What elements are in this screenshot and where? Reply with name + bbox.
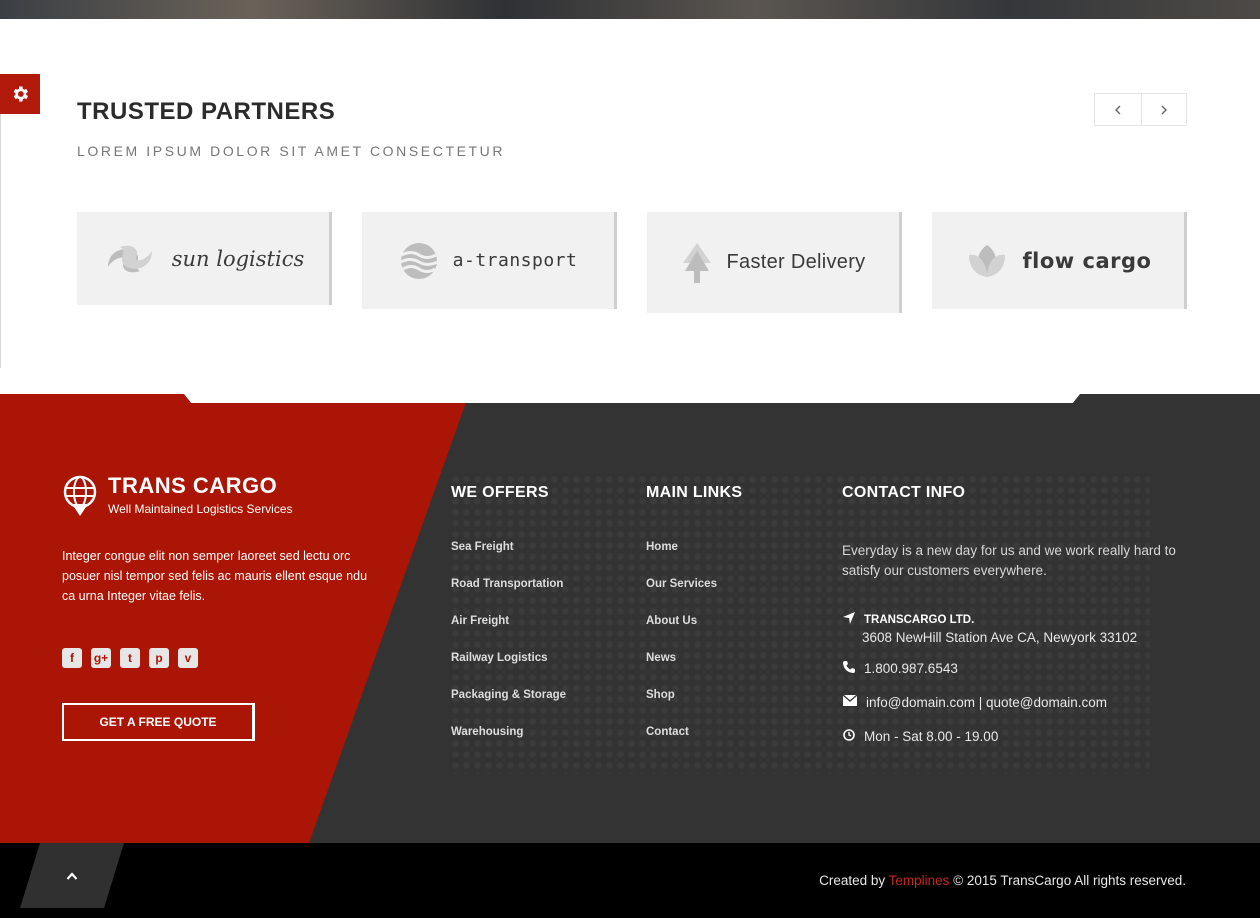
scroll-to-top-button[interactable] [20, 843, 124, 908]
footer-link[interactable]: Air Freight [451, 615, 566, 652]
waves-logo-icon [399, 242, 438, 279]
brand-name: TRANS CARGO [108, 473, 278, 498]
site-footer: TRANS CARGO Well Maintained Logistics Se… [0, 394, 1260, 843]
contact-phone[interactable]: 1.800.987.6543 [842, 661, 958, 677]
footer-brand[interactable]: TRANS CARGO Well Maintained Logistics Se… [62, 474, 293, 518]
partner-logo-card[interactable]: a-transport [362, 212, 617, 309]
email-text: info@domain.com | quote@domain.com [866, 695, 1108, 710]
footer-link[interactable]: Shop [646, 689, 717, 726]
copyright-text: Created by Templines © 2015 TransCargo A… [819, 873, 1186, 888]
main-links-title: MAIN LINKS [646, 484, 743, 501]
footer-link[interactable]: Home [646, 541, 717, 578]
company-name: TRANSCARGO LTD. [864, 614, 975, 626]
partner-name: sun logistics [171, 246, 305, 271]
phone-text: 1.800.987.6543 [864, 661, 958, 676]
leaf-logo-icon [968, 244, 1005, 277]
clock-icon [842, 729, 856, 745]
carousel-prev-button[interactable] [1095, 94, 1141, 125]
facebook-icon[interactable]: f [62, 648, 82, 668]
footer-about-text: Integer congue elit non semper laoreet s… [62, 549, 368, 603]
chevron-right-icon [1161, 105, 1167, 114]
google-plus-icon[interactable]: g+ [91, 648, 111, 668]
address-text: 3608 NewHill Station Ave CA, Newyork 331… [862, 630, 1138, 645]
chevron-up-icon [66, 871, 78, 880]
contact-intro: Everyday is a new day for us and we work… [842, 543, 1176, 578]
envelope-icon [842, 695, 858, 711]
carousel-next-button[interactable] [1140, 94, 1187, 125]
offers-list: Sea Freight Road Transportation Air Frei… [451, 541, 566, 763]
contact-hours: Mon - Sat 8.00 - 19.00 [842, 729, 998, 745]
section-title: TRUSTED PARTNERS [77, 98, 336, 125]
bottom-bar: Created by Templines © 2015 TransCargo A… [0, 843, 1260, 918]
contact-email[interactable]: info@domain.com | quote@domain.com [842, 695, 1107, 711]
vimeo-icon[interactable]: v [178, 648, 198, 668]
rights-text: © 2015 TransCargo All rights reserved. [953, 873, 1186, 888]
footer-link[interactable]: Contact [646, 726, 717, 763]
footer-link[interactable]: Packaging & Storage [451, 689, 566, 726]
hours-text: Mon - Sat 8.00 - 19.00 [864, 729, 999, 744]
swirl-logo-icon [107, 245, 152, 272]
location-arrow-icon [842, 612, 856, 628]
phone-icon [842, 661, 856, 677]
footer-link[interactable]: Our Services [646, 578, 717, 615]
globe-pin-icon [63, 475, 97, 516]
partner-logo-card[interactable]: flow cargo [932, 212, 1187, 309]
get-quote-button[interactable]: GET A FREE QUOTE [62, 703, 255, 741]
footer-link[interactable]: Road Transportation [451, 578, 566, 615]
section-subtitle: LOREM IPSUM DOLOR SIT AMET CONSECTETUR [77, 143, 506, 159]
partner-logo-card[interactable]: Faster Delivery [647, 212, 902, 313]
footer-link[interactable]: Railway Logistics [451, 652, 566, 689]
gear-icon [13, 86, 29, 102]
footer-link[interactable]: Sea Freight [451, 541, 566, 578]
created-by-label: Created by [819, 873, 886, 888]
partner-name: flow cargo [1022, 248, 1152, 273]
footer-link[interactable]: News [646, 652, 717, 689]
pinterest-icon[interactable]: p [149, 648, 169, 668]
chevron-left-icon [1114, 105, 1121, 114]
footer-link[interactable]: About Us [646, 615, 717, 652]
twitter-icon[interactable]: t [120, 648, 140, 668]
carousel-nav [1094, 93, 1187, 126]
contact-title: CONTACT INFO [842, 484, 966, 501]
partner-name: a-transport [452, 250, 578, 271]
brand-tagline: Well Maintained Logistics Services [108, 502, 293, 516]
settings-divider [0, 114, 1, 368]
hero-image-strip [0, 0, 1260, 19]
partner-name: Faster Delivery [726, 251, 866, 273]
arrow-tree-logo-icon [682, 242, 711, 283]
settings-toggle[interactable] [0, 74, 40, 114]
footer-link[interactable]: Warehousing [451, 726, 566, 763]
offers-title: WE OFFERS [451, 484, 549, 501]
author-link[interactable]: Templines [889, 873, 950, 888]
footer-top-notch [184, 394, 1080, 403]
social-links: f g+ t p v [62, 648, 198, 668]
main-links-list: Home Our Services About Us News Shop Con… [646, 541, 717, 763]
partner-logo-card[interactable]: sun logistics [77, 212, 332, 305]
contact-address: TRANSCARGO LTD. 3608 NewHill Station Ave… [842, 612, 1137, 648]
